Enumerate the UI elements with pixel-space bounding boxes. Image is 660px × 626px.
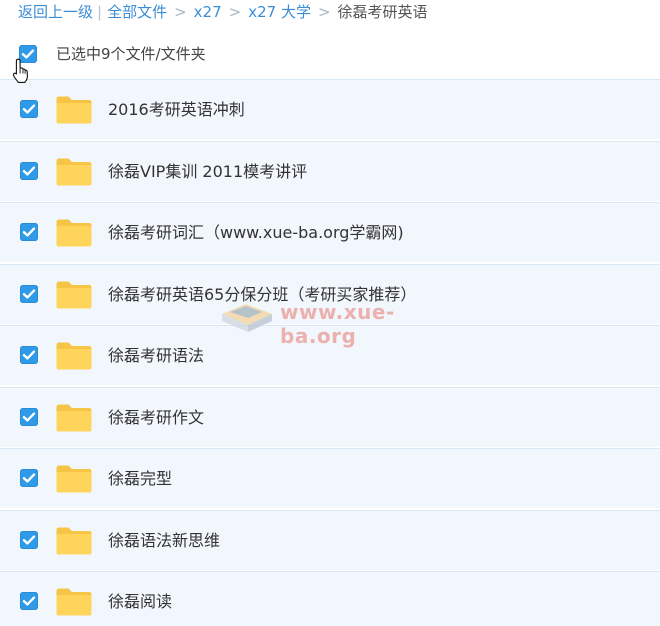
folder-icon [56, 281, 92, 308]
breadcrumb: 返回上一级 | 全部文件 > x27 > x27 大学 > 徐磊考研英语 [18, 0, 428, 24]
folder-icon [56, 465, 92, 493]
folder-row[interactable]: 徐磊考研语法 [0, 325, 660, 385]
folder-icon-wrapper [55, 341, 93, 371]
breadcrumb-item-x27[interactable]: x27 [194, 3, 222, 21]
checkbox-checked-icon [22, 411, 36, 422]
folder-checkbox[interactable] [20, 407, 38, 426]
folder-icon [56, 404, 92, 431]
checkbox-checked-icon [22, 473, 36, 483]
folder-checkbox[interactable] [20, 530, 38, 549]
folder-checkbox[interactable] [20, 346, 38, 364]
folder-icon-wrapper [55, 587, 93, 617]
folder-row[interactable]: 徐磊考研作文 [0, 386, 660, 448]
folder-list: 2016考研英语冲刺 徐磊VIP集训 2011模考讲评 徐磊考研词汇（www.xue… [0, 79, 660, 626]
folder-checkbox[interactable] [20, 284, 38, 303]
folder-name[interactable]: 徐磊阅读 [108, 572, 172, 626]
folder-checkbox[interactable] [20, 223, 38, 241]
breadcrumb-current: 徐磊考研英语 [337, 3, 428, 21]
breadcrumb-pipe: | [97, 3, 103, 21]
folder-name[interactable]: 2016考研英语冲刺 [108, 80, 245, 140]
checkbox-checked-icon [22, 534, 36, 545]
checkbox-checked-icon [22, 104, 36, 114]
folder-icon-wrapper [55, 526, 93, 556]
folder-icon [56, 342, 92, 370]
folder-icon-wrapper [55, 464, 93, 494]
breadcrumb-item-all-files[interactable]: 全部文件 [107, 3, 167, 21]
checkbox-checked-icon [22, 227, 36, 237]
folder-row[interactable]: 徐磊完型 [0, 448, 660, 508]
folder-row[interactable]: 徐磊VIP集训 2011模考讲评 [0, 140, 660, 202]
folder-name[interactable]: 徐磊语法新思维 [108, 511, 220, 571]
folder-icon-wrapper [55, 218, 93, 248]
folder-icon [56, 588, 92, 616]
folder-name[interactable]: 徐磊考研词汇（www.xue-ba.org学霸网) [108, 203, 404, 263]
folder-icon-wrapper [55, 95, 93, 125]
selection-header: 已选中9个文件/文件夹 [0, 32, 660, 78]
checkbox-checked-icon [22, 596, 36, 606]
checkbox-checked-icon [22, 288, 36, 299]
folder-icon [56, 96, 92, 124]
folder-checkbox[interactable] [20, 161, 38, 180]
folder-row[interactable]: 徐磊考研词汇（www.xue-ba.org学霸网) [0, 202, 660, 262]
folder-name[interactable]: 徐磊VIP集训 2011模考讲评 [108, 142, 307, 202]
folder-name[interactable]: 徐磊考研作文 [108, 388, 204, 448]
hand-pointer-icon [12, 58, 28, 83]
folder-icon-wrapper [55, 157, 93, 187]
folder-row[interactable]: 徐磊语法新思维 [0, 509, 660, 571]
folder-row[interactable]: 徐磊考研英语65分保分班（考研买家推荐） [0, 263, 660, 325]
breadcrumb-chevron: > [317, 3, 331, 21]
folder-name[interactable]: 徐磊考研语法 [108, 326, 204, 386]
folder-icon [56, 158, 92, 185]
checkbox-checked-icon [22, 350, 36, 360]
breadcrumb-item-x27-university[interactable]: x27 大学 [248, 3, 311, 21]
folder-row[interactable]: 徐磊阅读 [0, 571, 660, 626]
folder-icon-wrapper [55, 403, 93, 433]
file-browser: 返回上一级 | 全部文件 > x27 > x27 大学 > 徐磊考研英语 已选中9个文件/文件夹… [0, 0, 660, 626]
folder-icon-wrapper [55, 280, 93, 310]
folder-name[interactable]: 徐磊完型 [108, 449, 172, 509]
folder-icon [56, 527, 92, 554]
back-link[interactable]: 返回上一级 [18, 3, 93, 21]
folder-checkbox[interactable] [20, 592, 38, 610]
breadcrumb-chevron: > [228, 3, 242, 21]
folder-row[interactable]: 2016考研英语冲刺 [0, 79, 660, 139]
selection-count-text: 已选中9个文件/文件夹 [56, 45, 206, 63]
folder-checkbox[interactable] [20, 469, 38, 487]
breadcrumb-chevron: > [174, 3, 187, 21]
folder-name[interactable]: 徐磊考研英语65分保分班（考研买家推荐） [108, 265, 416, 325]
folder-checkbox[interactable] [20, 100, 38, 118]
checkbox-checked-icon [22, 165, 36, 176]
folder-icon [56, 219, 92, 247]
